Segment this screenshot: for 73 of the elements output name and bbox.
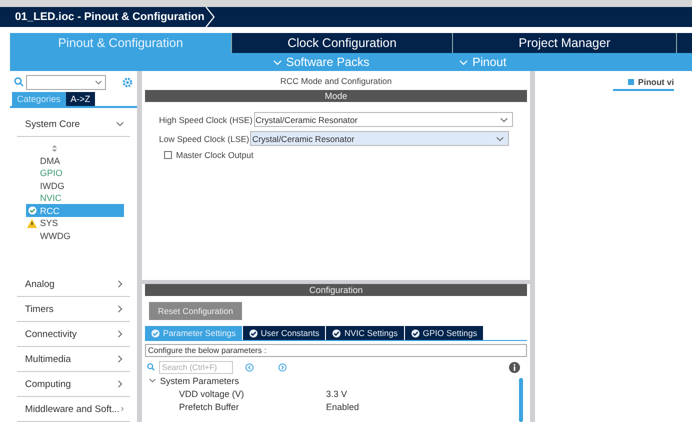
field-label: High Speed Clock (HSE): [159, 114, 253, 124]
peripheral-item[interactable]: DMA: [26, 154, 124, 167]
previous-icon[interactable]: [245, 362, 254, 372]
check-circle-icon: [28, 206, 36, 216]
chevron-right-icon: [116, 355, 124, 364]
config-tab[interactable]: GPIO Settings: [404, 326, 484, 340]
chip-icon: [627, 78, 636, 86]
chevron-down-icon: [149, 377, 156, 384]
category-label: System Core: [25, 118, 80, 130]
chevron-down-icon: [273, 58, 282, 66]
chevron-right-icon: [116, 380, 124, 388]
next-icon[interactable]: [278, 362, 287, 372]
info-icon[interactable]: [509, 362, 520, 372]
pinout-view-tab[interactable]: Pinout vi: [613, 77, 674, 91]
search-field[interactable]: Search (Ctrl+F): [159, 360, 233, 374]
parameter-value: Enabled: [326, 402, 360, 412]
peripheral-item[interactable]: WWDG: [26, 229, 124, 242]
peripheral-item[interactable]: SYS: [26, 216, 124, 230]
chevron-right-icon: [116, 330, 124, 338]
field-label: Low Speed Clock (LSE): [159, 134, 250, 144]
chevron-right-icon: [116, 305, 124, 314]
warning-icon: [27, 218, 37, 228]
category-header[interactable]: Middleware and Soft...: [17, 397, 130, 422]
scrollbar[interactable]: [519, 378, 523, 422]
category-label: Middleware and Soft...: [25, 404, 120, 415]
parameter-value: 3.3 V: [326, 388, 348, 398]
category-label: Computing: [25, 378, 71, 390]
chevron-down-icon: [459, 58, 468, 66]
category-label: Timers: [25, 304, 54, 315]
mode-header: Mode: [145, 90, 527, 102]
config-tab[interactable]: NVIC Settings: [326, 326, 405, 340]
check-circle-icon: [151, 328, 160, 338]
chevron-right-icon: [116, 280, 124, 288]
category-header[interactable]: Connectivity: [17, 322, 130, 348]
parameter-name: VDD voltage (V): [178, 388, 246, 398]
category-header[interactable]: System Core: [17, 112, 130, 138]
parameter-name: Prefetch Buffer: [178, 402, 240, 412]
settings-icon[interactable]: [122, 76, 133, 88]
category-label: Connectivity: [25, 328, 77, 340]
search-icon: [14, 77, 24, 88]
category-label: Analog: [25, 278, 55, 290]
sort-icon: [52, 145, 57, 152]
description-field: Configure the below parameters :: [145, 344, 527, 357]
check-circle-icon: [332, 328, 342, 338]
peripheral-item[interactable]: NVIC: [26, 192, 124, 204]
check-circle-icon: [248, 328, 258, 338]
dropdown-caret-icon: [500, 116, 508, 124]
dropdown-caret-icon: [95, 78, 102, 86]
dropdown-field[interactable]: Crystal/Ceramic Resonator: [250, 131, 510, 146]
chevron-down-icon: [116, 120, 124, 128]
panel-title: RCC Mode and Configuration: [279, 74, 393, 88]
config-tab[interactable]: User Constants: [242, 326, 326, 340]
category-header[interactable]: Computing: [17, 372, 130, 398]
dropdown-caret-icon: [496, 134, 504, 142]
main-tab[interactable]: Clock Configuration: [232, 33, 453, 53]
checkbox[interactable]: [164, 151, 172, 159]
check-circle-icon: [410, 328, 420, 338]
peripheral-item[interactable]: IWDG: [26, 179, 124, 192]
dropdown-field[interactable]: Crystal/Ceramic Resonator: [254, 112, 513, 127]
search-combo[interactable]: [26, 74, 106, 90]
checkbox-label: Master Clock Output: [176, 150, 254, 160]
search-icon: [147, 363, 155, 371]
view-tab[interactable]: A->Z: [66, 92, 96, 106]
group-label: System Parameters: [160, 376, 240, 386]
chevron-icon: [204, 7, 216, 27]
category-header[interactable]: Timers: [17, 297, 130, 322]
category-label: Multimedia: [25, 354, 71, 365]
category-header[interactable]: Analog: [17, 272, 130, 298]
main-tab[interactable]: Project Manager: [453, 33, 677, 53]
breadcrumb-title: 01_LED.ioc - Pinout & Configuration: [14, 11, 204, 23]
configuration-header: Configuration: [145, 284, 527, 296]
chevron-right-icon: [120, 405, 124, 414]
category-header[interactable]: Multimedia: [17, 347, 130, 372]
